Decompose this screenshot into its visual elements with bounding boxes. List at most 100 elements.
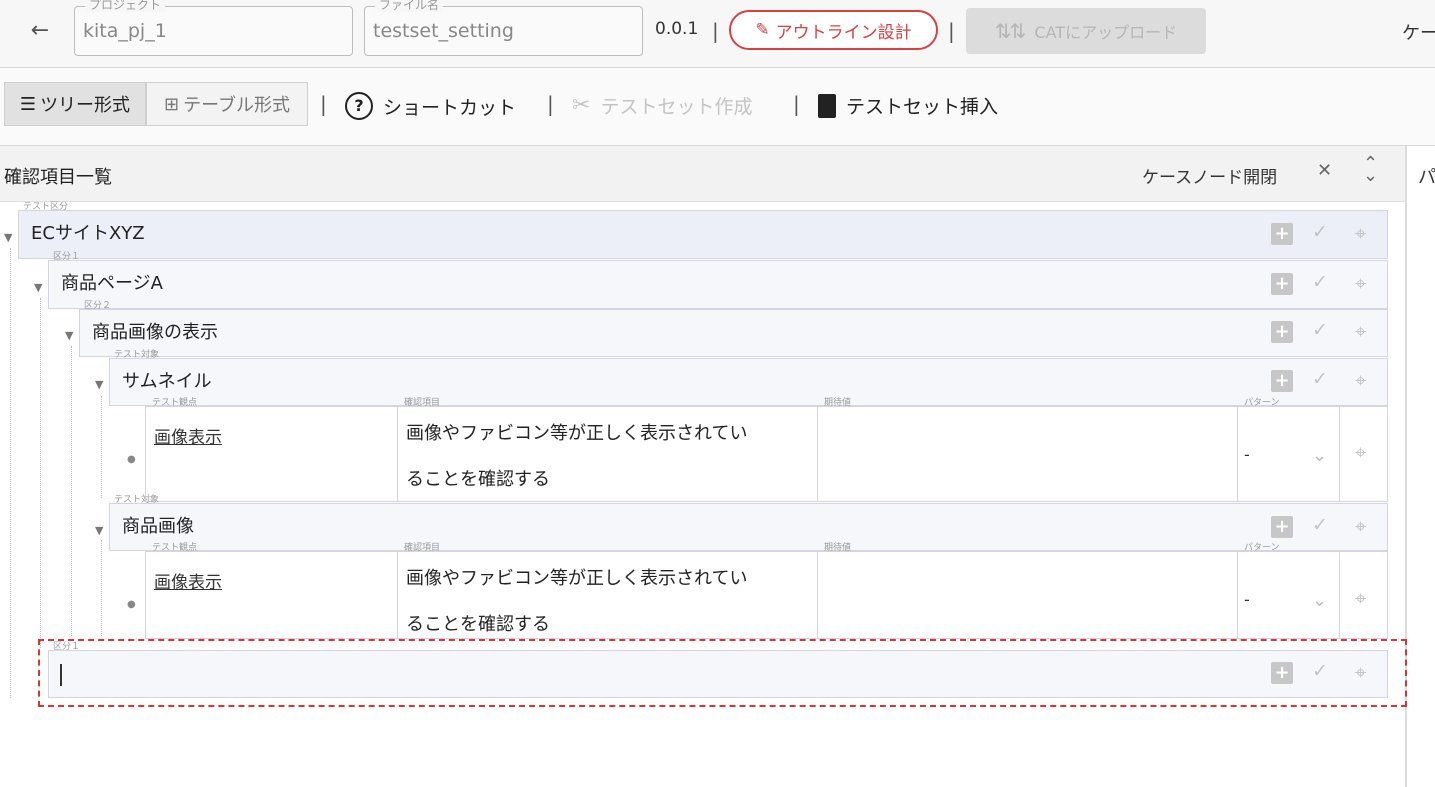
version-label: 0.0.1	[655, 19, 699, 39]
node-type-label: 区分２	[84, 301, 112, 311]
crop-icon[interactable]: ⌖	[1355, 221, 1366, 245]
expected-cell[interactable]: 期待値	[818, 543, 1238, 638]
check-col-label: 確認項目	[404, 543, 441, 553]
viewpoint-col-label: テスト観点	[152, 398, 198, 408]
check-item-cell[interactable]: 確認項目 画像やファビコン等が正しく表示されてい ることを確認する	[398, 398, 818, 501]
highlight-box	[38, 639, 1407, 707]
crop-icon[interactable]: ⌖	[1355, 586, 1366, 610]
node-type-label: 区分１	[53, 252, 81, 262]
tree-guide-line	[10, 248, 11, 698]
add-child-icon[interactable]: +	[1271, 223, 1293, 245]
toolbar-separator-2: |	[547, 92, 554, 116]
chevron-down-icon[interactable]: ⌄	[1312, 590, 1327, 611]
chevron-down-icon[interactable]: ⌄	[1312, 445, 1327, 466]
pattern-select[interactable]: パターン - ⌄	[1238, 543, 1340, 638]
grid-icon: ⊞	[163, 93, 180, 115]
add-child-icon[interactable]: +	[1271, 370, 1293, 392]
node-title: 商品画像	[122, 516, 194, 537]
collapse-all-icon[interactable]: ✕	[1317, 160, 1332, 181]
crop-icon[interactable]: ⌖	[1355, 319, 1366, 343]
check-add-icon[interactable]: ✓	[1312, 221, 1328, 243]
check-add-icon[interactable]: ✓	[1312, 368, 1328, 390]
check-item-line2: ることを確認する	[406, 469, 550, 490]
crop-icon[interactable]: ⌖	[1355, 440, 1366, 464]
tree-view-toggle[interactable]: ☰ ツリー形式	[4, 82, 146, 126]
node-title: サムネイル	[122, 371, 212, 392]
cat-upload-label: CATにアップロード	[1034, 23, 1178, 42]
create-testset-label: テストセット作成	[600, 96, 753, 118]
tree-node-target-product-image[interactable]: テスト対象 商品画像	[109, 495, 1388, 551]
add-child-icon[interactable]: +	[1271, 516, 1293, 538]
project-field[interactable]: プロジェクト kita_pj_1	[74, 0, 353, 56]
pattern-col-label: パターン	[1244, 398, 1280, 408]
tree-node-root[interactable]: テスト区分 ECサイトXYZ	[18, 202, 1388, 259]
viewpoint-cell: テスト観点 画像表示	[146, 543, 398, 638]
tree-node-level2[interactable]: 区分２ 商品画像の表示	[79, 301, 1388, 357]
sliders-icon: ⇅⇅	[994, 19, 1026, 43]
outline-design-label: アウトライン設計	[775, 22, 912, 43]
viewpoint-col-label: テスト観点	[152, 543, 198, 553]
bullet-icon: ●	[127, 599, 136, 610]
node-title: 商品画像の表示	[92, 322, 218, 343]
list-icon: ☰	[19, 93, 37, 115]
node-type-label: テスト対象	[114, 350, 160, 360]
add-child-icon[interactable]: +	[1271, 273, 1293, 295]
viewpoint-link[interactable]: 画像表示	[154, 423, 222, 448]
caret-down-icon[interactable]: ▼	[34, 281, 42, 294]
tree-node-level1[interactable]: 区分１ 商品ページA	[48, 252, 1388, 309]
shortcut-button[interactable]: ? ショートカット	[345, 92, 516, 120]
scissors-icon: ✂	[572, 93, 591, 118]
viewpoint-link[interactable]: 画像表示	[154, 568, 222, 593]
panel-title: 確認項目一覧	[4, 167, 112, 188]
file-field-legend: ファイル名	[375, 0, 444, 12]
expected-cell[interactable]: 期待値	[818, 398, 1238, 501]
node-type-label: テスト対象	[114, 495, 160, 505]
crop-icon[interactable]: ⌖	[1355, 368, 1366, 392]
tree-node-target-thumbnail[interactable]: テスト対象 サムネイル	[109, 350, 1388, 406]
check-add-icon[interactable]: ✓	[1312, 319, 1328, 341]
check-item-line1: 画像やファビコン等が正しく表示されてい	[406, 423, 748, 444]
insert-testset-button[interactable]: テストセット挿入	[818, 92, 998, 119]
crop-icon[interactable]: ⌖	[1355, 514, 1366, 538]
cat-upload-button[interactable]: ⇅⇅ CATにアップロード	[966, 8, 1206, 54]
toolbar-separator: |	[320, 92, 327, 116]
check-add-icon[interactable]: ✓	[1312, 660, 1328, 682]
check-add-icon[interactable]: ✓	[1312, 514, 1328, 536]
shortcut-label: ショートカット	[383, 96, 517, 119]
tree-guide-line	[40, 298, 41, 648]
viewpoint-cell: テスト観点 画像表示	[146, 398, 398, 501]
check-col-label: 確認項目	[404, 398, 441, 408]
test-case-row: テスト観点 画像表示 確認項目 画像やファビコン等が正しく表示されてい ることを…	[145, 398, 1388, 502]
table-view-toggle[interactable]: ⊞ テーブル形式	[146, 82, 308, 126]
check-item-line1: 画像やファビコン等が正しく表示されてい	[406, 568, 748, 589]
tree-guide-line	[101, 396, 102, 498]
add-child-icon[interactable]: +	[1271, 662, 1293, 684]
header-cut-text: ケー	[1402, 23, 1435, 44]
expected-col-label: 期待値	[824, 398, 852, 408]
check-item-cell[interactable]: 確認項目 画像やファビコン等が正しく表示されてい ることを確認する	[398, 543, 818, 638]
pattern-select[interactable]: パターン - ⌄	[1238, 398, 1340, 501]
insert-testset-label: テストセット挿入	[846, 96, 999, 118]
caret-down-icon[interactable]: ▼	[65, 329, 73, 342]
outline-design-button[interactable]: ✎ アウトライン設計	[729, 10, 938, 50]
header-separator: |	[712, 19, 719, 43]
table-view-label: テーブル形式	[183, 95, 290, 116]
check-add-icon[interactable]: ✓	[1312, 271, 1328, 293]
pattern-value: -	[1244, 590, 1250, 609]
caret-down-icon[interactable]: ▼	[4, 231, 12, 244]
expand-all-icon[interactable]: ⌃ ⌄	[1363, 155, 1378, 185]
caret-down-icon[interactable]: ▼	[95, 524, 103, 537]
add-child-icon[interactable]: +	[1271, 321, 1293, 343]
file-field-value: testset_setting	[373, 20, 514, 42]
crop-icon[interactable]: ⌖	[1355, 271, 1366, 295]
crop-icon[interactable]: ⌖	[1355, 660, 1366, 684]
create-testset-button[interactable]: ✂ テストセット作成	[572, 92, 752, 119]
clipboard-icon	[818, 93, 836, 118]
file-field[interactable]: ファイル名 testset_setting	[364, 0, 643, 56]
pencil-icon: ✎	[755, 20, 770, 40]
back-arrow-icon[interactable]: ←	[24, 14, 56, 48]
caret-down-icon[interactable]: ▼	[95, 378, 103, 391]
tree-view-label: ツリー形式	[40, 95, 131, 116]
node-title: 商品ページA	[61, 273, 163, 294]
project-field-legend: プロジェクト	[85, 0, 166, 12]
